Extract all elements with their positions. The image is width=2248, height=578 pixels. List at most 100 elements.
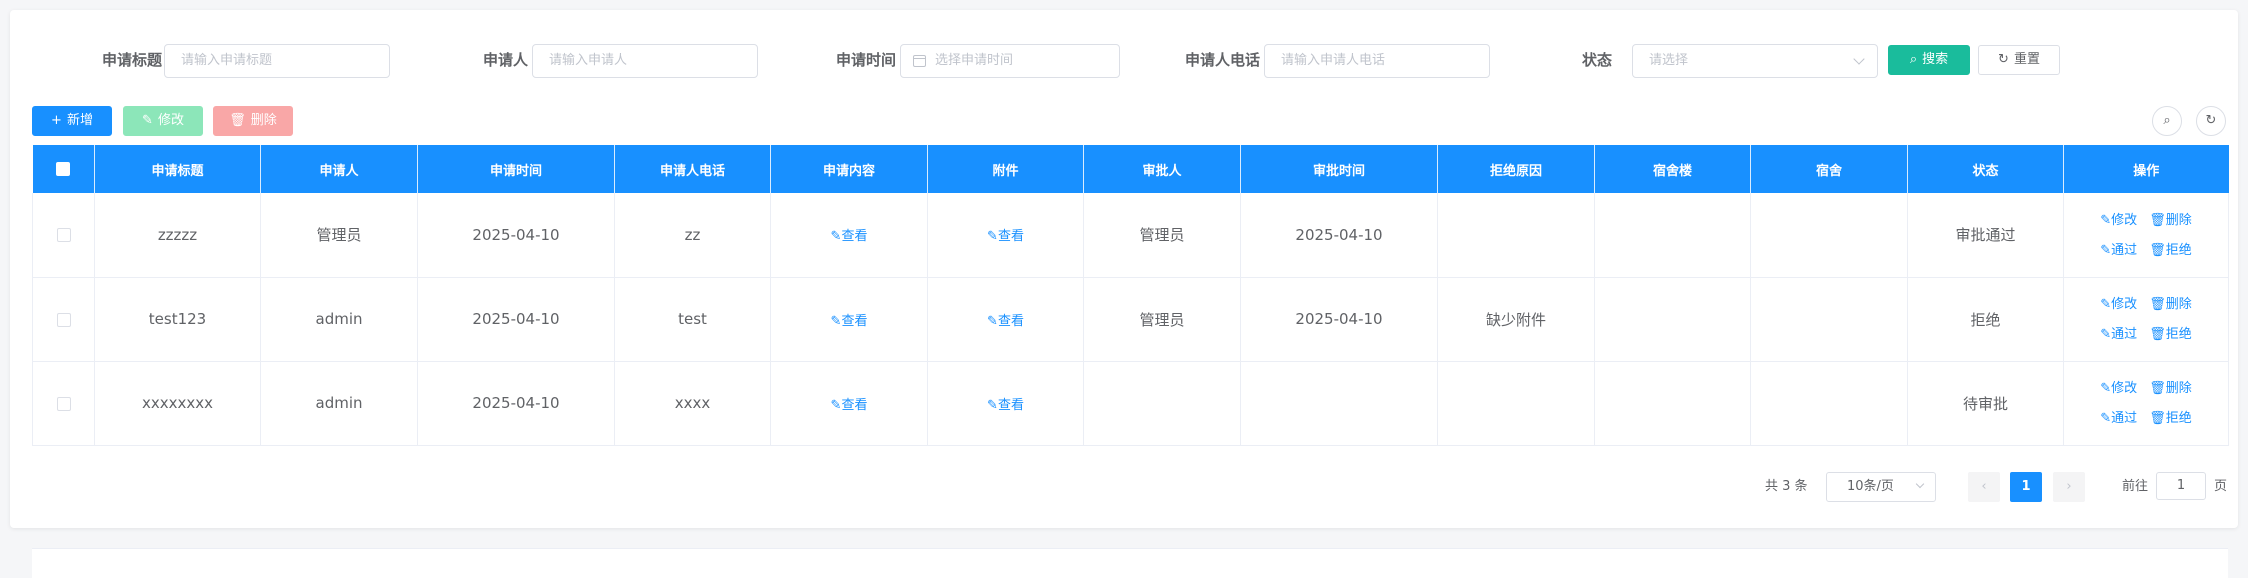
view-content-link[interactable]: ✎查看 xyxy=(831,398,868,413)
time-placeholder: 选择申请时间 xyxy=(935,53,1014,68)
view-attachment-link[interactable]: ✎查看 xyxy=(987,229,1024,244)
cell-approver: 管理员 xyxy=(1083,277,1241,362)
view-content-link[interactable]: ✎查看 xyxy=(831,229,868,244)
refresh-button[interactable]: ↻ xyxy=(2196,106,2226,136)
title-input[interactable]: 请输入申请标题 xyxy=(164,44,390,78)
page-1-button[interactable]: 1 xyxy=(2010,472,2042,502)
view-content-link[interactable]: ✎查看 xyxy=(831,314,868,329)
secondary-card xyxy=(32,548,2228,578)
table-row: zzzzz 管理员 2025-04-10 zz ✎查看 ✎查看 管理员 2025… xyxy=(32,193,2229,278)
select-all-checkbox[interactable] xyxy=(56,162,71,176)
row-checkbox[interactable] xyxy=(56,312,71,327)
row-delete-link[interactable]: 🗑删除 xyxy=(2149,297,2192,312)
chevron-down-icon xyxy=(1853,53,1865,65)
row-approve-link[interactable]: ✎通过 xyxy=(2100,411,2137,426)
chevron-down-icon xyxy=(1915,479,1925,489)
header-status[interactable]: 状态 xyxy=(1907,145,2064,193)
applicant-input[interactable]: 请输入申请人 xyxy=(532,44,758,78)
pagination-total: 共 3 条 xyxy=(1765,479,1808,494)
cell-dorm xyxy=(1750,361,1908,446)
header-time[interactable]: 申请时间 xyxy=(417,145,615,193)
view-attachment-link[interactable]: ✎查看 xyxy=(987,398,1024,413)
search-button[interactable]: ⌕ 搜索 xyxy=(1888,45,1970,75)
cell-approve-time: 2025-04-10 xyxy=(1240,193,1438,278)
cell-approver: 管理员 xyxy=(1083,193,1241,278)
row-reject-link[interactable]: 🗑拒绝 xyxy=(2149,411,2192,426)
row-checkbox[interactable] xyxy=(56,228,71,243)
row-delete-link[interactable]: 🗑删除 xyxy=(2149,213,2192,228)
cell-approve-time xyxy=(1240,361,1438,446)
select-all-cell xyxy=(32,145,95,193)
cell-title: test123 xyxy=(94,277,261,362)
cell-phone: zz xyxy=(614,193,771,278)
row-edit-link[interactable]: ✎修改 xyxy=(2100,381,2137,396)
main-card: 申请标题 请输入申请标题 申请人 请输入申请人 申请时间 选择申请时间 申请人电… xyxy=(10,10,2238,528)
search-form: 申请标题 请输入申请标题 申请人 请输入申请人 申请时间 选择申请时间 申请人电… xyxy=(10,42,2238,78)
applicant-label: 申请人 xyxy=(482,51,528,69)
status-label: 状态 xyxy=(1581,51,1612,69)
cell-time: 2025-04-10 xyxy=(417,361,615,446)
header-content[interactable]: 申请内容 xyxy=(770,145,928,193)
cell-approver xyxy=(1083,361,1241,446)
table-row: test123 admin 2025-04-10 test ✎查看 ✎查看 管理… xyxy=(32,277,2229,362)
time-label: 申请时间 xyxy=(835,51,896,69)
toggle-search-button[interactable]: ⌕ xyxy=(2152,106,2182,136)
trash-icon: 🗑 xyxy=(229,113,246,128)
title-label: 申请标题 xyxy=(101,51,162,69)
header-attachment[interactable]: 附件 xyxy=(927,145,1084,193)
view-attachment-link[interactable]: ✎查看 xyxy=(987,314,1024,329)
plus-icon: + xyxy=(51,113,62,128)
delete-button-label: 删除 xyxy=(250,113,277,128)
edit-button[interactable]: ✎ 修改 xyxy=(123,106,203,136)
refresh-icon: ↻ xyxy=(2205,113,2217,128)
cell-building xyxy=(1594,193,1751,278)
goto-page-input[interactable]: 1 xyxy=(2156,472,2206,500)
header-title[interactable]: 申请标题 xyxy=(94,145,261,193)
data-table: 申请标题 申请人 申请时间 申请人电话 申请内容 附件 审批人 审批时间 拒绝原… xyxy=(32,145,2229,446)
header-actions: 操作 xyxy=(2063,145,2229,193)
row-delete-link[interactable]: 🗑删除 xyxy=(2149,381,2192,396)
cell-phone: test xyxy=(614,277,771,362)
add-button[interactable]: + 新增 xyxy=(32,106,112,136)
header-building[interactable]: 宿舍楼 xyxy=(1594,145,1751,193)
header-phone[interactable]: 申请人电话 xyxy=(614,145,771,193)
row-edit-link[interactable]: ✎修改 xyxy=(2100,297,2137,312)
row-edit-link[interactable]: ✎修改 xyxy=(2100,213,2137,228)
cell-approve-time: 2025-04-10 xyxy=(1240,277,1438,362)
row-approve-link[interactable]: ✎通过 xyxy=(2100,327,2137,342)
header-approver[interactable]: 审批人 xyxy=(1083,145,1241,193)
page-size-select[interactable]: 10条/页 xyxy=(1826,472,1936,502)
header-reason[interactable]: 拒绝原因 xyxy=(1437,145,1595,193)
cell-title: xxxxxxxx xyxy=(94,361,261,446)
add-button-label: 新增 xyxy=(66,113,93,128)
search-icon: ⌕ xyxy=(2163,113,2171,128)
status-placeholder: 请选择 xyxy=(1649,53,1689,68)
header-applicant[interactable]: 申请人 xyxy=(260,145,418,193)
row-reject-link[interactable]: 🗑拒绝 xyxy=(2149,327,2192,342)
refresh-icon: ↻ xyxy=(1998,52,2009,67)
delete-button[interactable]: 🗑 删除 xyxy=(213,106,293,136)
cell-reason xyxy=(1437,361,1595,446)
status-select[interactable]: 请选择 xyxy=(1632,44,1878,78)
row-checkbox[interactable] xyxy=(56,396,71,411)
cell-applicant: admin xyxy=(260,361,418,446)
header-approve-time[interactable]: 审批时间 xyxy=(1240,145,1438,193)
cell-time: 2025-04-10 xyxy=(417,193,615,278)
goto-unit: 页 xyxy=(2214,479,2228,494)
header-dorm[interactable]: 宿舍 xyxy=(1750,145,1908,193)
reset-button[interactable]: ↻ 重置 xyxy=(1978,45,2060,75)
prev-page-button[interactable]: ‹ xyxy=(1968,472,2000,502)
cell-actions: ✎修改 🗑删除 ✎通过 🗑拒绝 xyxy=(2063,277,2229,362)
phone-input[interactable]: 请输入申请人电话 xyxy=(1264,44,1490,78)
row-reject-link[interactable]: 🗑拒绝 xyxy=(2149,243,2192,258)
time-picker[interactable]: 选择申请时间 xyxy=(900,44,1120,78)
table-row: xxxxxxxx admin 2025-04-10 xxxx ✎查看 ✎查看 待… xyxy=(32,361,2229,446)
cell-building xyxy=(1594,277,1751,362)
reset-button-label: 重置 xyxy=(2013,52,2040,67)
table-body: zzzzz 管理员 2025-04-10 zz ✎查看 ✎查看 管理员 2025… xyxy=(32,193,2229,446)
cell-reason xyxy=(1437,193,1595,278)
cell-applicant: admin xyxy=(260,277,418,362)
next-page-button[interactable]: › xyxy=(2053,472,2085,502)
row-approve-link[interactable]: ✎通过 xyxy=(2100,243,2137,258)
pencil-icon: ✎ xyxy=(142,113,153,128)
